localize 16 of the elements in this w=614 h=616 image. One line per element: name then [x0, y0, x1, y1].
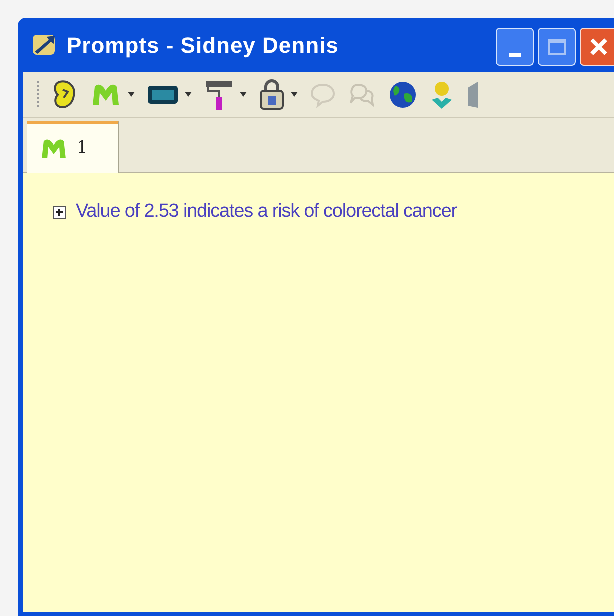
window-title: Prompts - Sidney Dennis	[67, 32, 339, 60]
close-icon	[589, 37, 609, 57]
dropdown-icon[interactable]	[185, 92, 192, 97]
dropdown-icon[interactable]	[240, 92, 247, 97]
close-button[interactable]	[580, 28, 614, 66]
maximize-button[interactable]	[538, 28, 576, 66]
dropdown-icon[interactable]	[128, 92, 135, 97]
tab[interactable]: 1	[27, 121, 119, 173]
paint-roller-icon[interactable]	[204, 78, 234, 110]
minimize-button[interactable]	[496, 28, 534, 66]
dropdown-icon[interactable]	[291, 92, 298, 97]
expand-icon[interactable]	[53, 206, 66, 219]
letter-m-icon	[39, 138, 69, 160]
tree-item[interactable]: Value of 2.53 indicates a risk of colorectal cancer	[76, 198, 457, 226]
globe-icon[interactable]	[388, 80, 418, 110]
padlock-icon[interactable]	[259, 78, 285, 110]
